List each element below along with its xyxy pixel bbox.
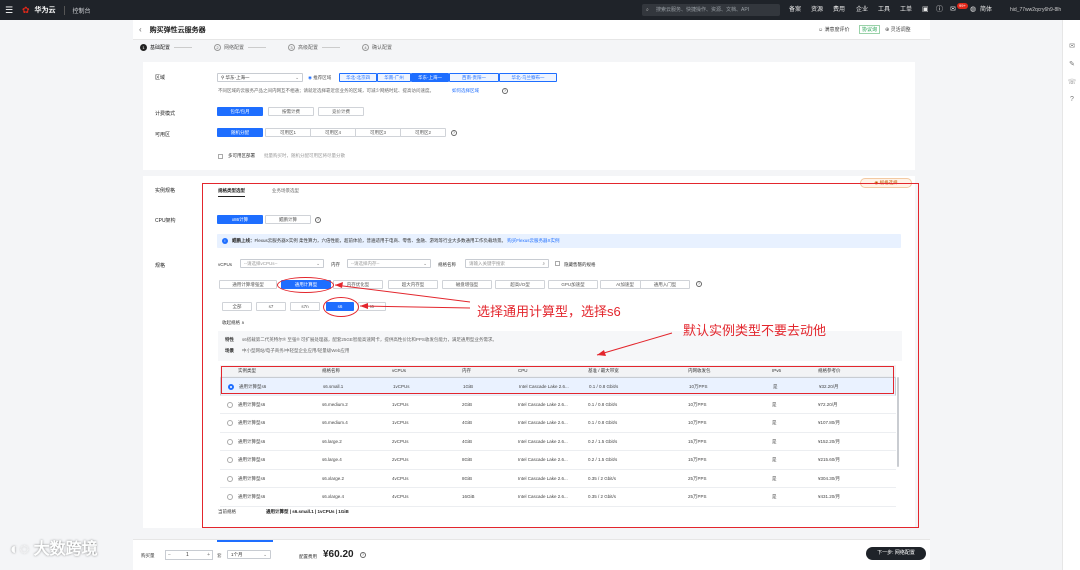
watermark-logo: ◐◌ 大数跨境 — [10, 541, 98, 558]
annotation-text-1: 选择通用计算型，选择s6 — [477, 304, 621, 319]
watermark-icon: ◐◌ — [10, 541, 34, 558]
help-icon[interactable]: ? — [360, 552, 366, 558]
unit-label: 套 — [217, 553, 222, 558]
question-icon[interactable]: ? — [1067, 96, 1077, 106]
quantity-label: 购买量 — [141, 553, 155, 558]
chat-icon[interactable]: ✉ — [1067, 42, 1077, 52]
headset-icon[interactable]: ☏ — [1067, 78, 1077, 88]
duration-select[interactable]: 1个月 ⌄ — [227, 550, 271, 559]
chevron-down-icon: ⌄ — [263, 552, 267, 557]
annotation-text-2: 默认实例类型不要去动他 — [683, 323, 827, 338]
price-value: ¥60.20 — [323, 549, 354, 560]
right-toolbar: ✉ ✎ ☏ ? — [1062, 20, 1080, 570]
price-label: 配置费用 — [299, 554, 317, 559]
next-network-button[interactable]: 下一步: 网络配置 — [866, 547, 926, 560]
duration-indicator — [217, 540, 273, 542]
quantity-stepper[interactable]: − 1 + — [165, 550, 213, 560]
edit-icon[interactable]: ✎ — [1067, 60, 1077, 70]
bottom-bar: 购买量 − 1 + 套 1个月 ⌄ 配置费用 ¥60.20 ? — [133, 539, 930, 570]
annotation-arrows — [334, 282, 673, 356]
